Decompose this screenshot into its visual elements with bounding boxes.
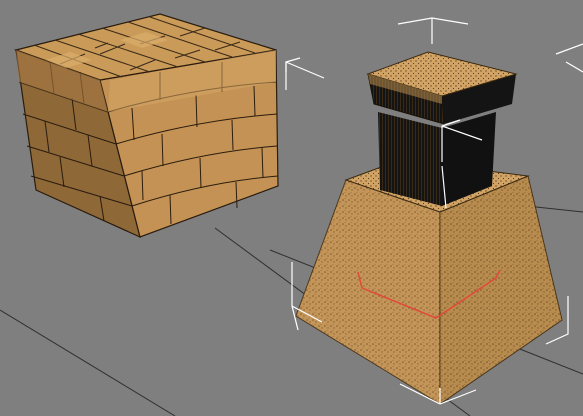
viewport-canvas[interactable]: [0, 0, 583, 416]
3d-viewport[interactable]: [0, 0, 583, 416]
pedestal-column-left: [378, 112, 442, 206]
